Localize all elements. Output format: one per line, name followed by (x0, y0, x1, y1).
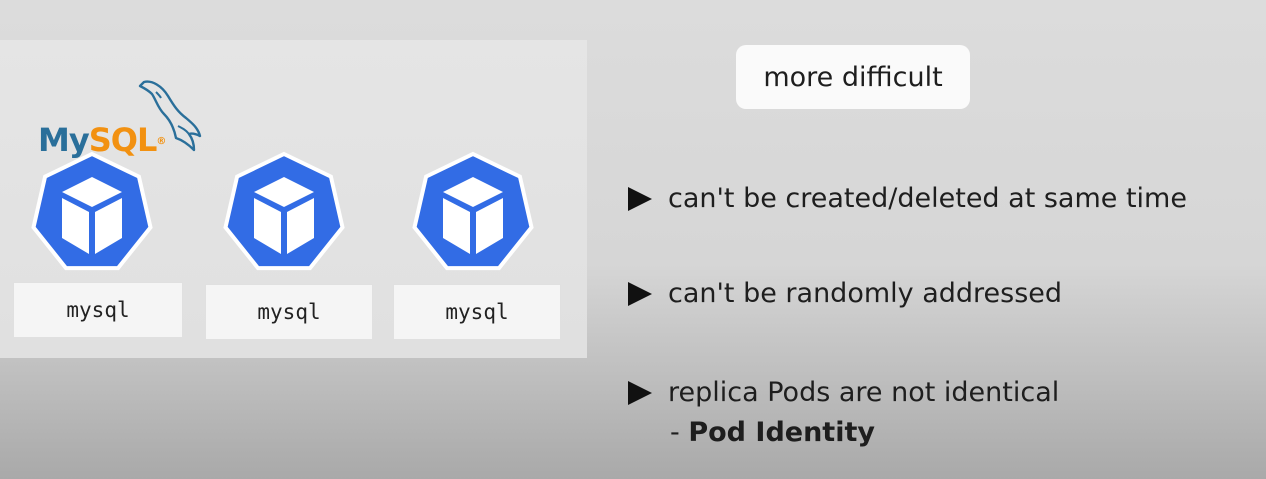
kubernetes-pod-icon (31, 151, 153, 271)
sub-bullet: - Pod Identity (670, 417, 875, 448)
statefulset-illustration: MySQL® mysql mysql mysql (0, 40, 587, 358)
bullet-text: can't be randomly addressed (668, 278, 1063, 309)
difficulty-badge: more difficult (736, 45, 970, 109)
play-triangle-icon (628, 281, 652, 306)
difficulty-badge-text: more difficult (763, 61, 943, 93)
pod-label: mysql (205, 284, 373, 340)
play-triangle-icon (628, 186, 652, 211)
pod-label-text: mysql (257, 300, 321, 324)
kubernetes-pod-icon (412, 151, 534, 271)
pod-label: mysql (393, 284, 561, 340)
bullet-text: replica Pods are not identical (668, 377, 1060, 408)
pod-label-text: mysql (445, 300, 509, 324)
sub-bullet-prefix: - (670, 417, 689, 448)
registered-mark-icon: ® (156, 136, 166, 147)
pod-label: mysql (13, 282, 183, 338)
play-triangle-icon (628, 380, 652, 405)
bullet-item: replica Pods are not identical (628, 377, 1059, 408)
bullet-item: can't be created/deleted at same time (628, 183, 1187, 214)
kubernetes-pod-icon (223, 151, 345, 271)
bullet-item: can't be randomly addressed (628, 278, 1062, 309)
pod-identity-text: Pod Identity (688, 417, 875, 448)
pod-label-text: mysql (66, 298, 130, 322)
bullet-text: can't be created/deleted at same time (668, 183, 1187, 214)
